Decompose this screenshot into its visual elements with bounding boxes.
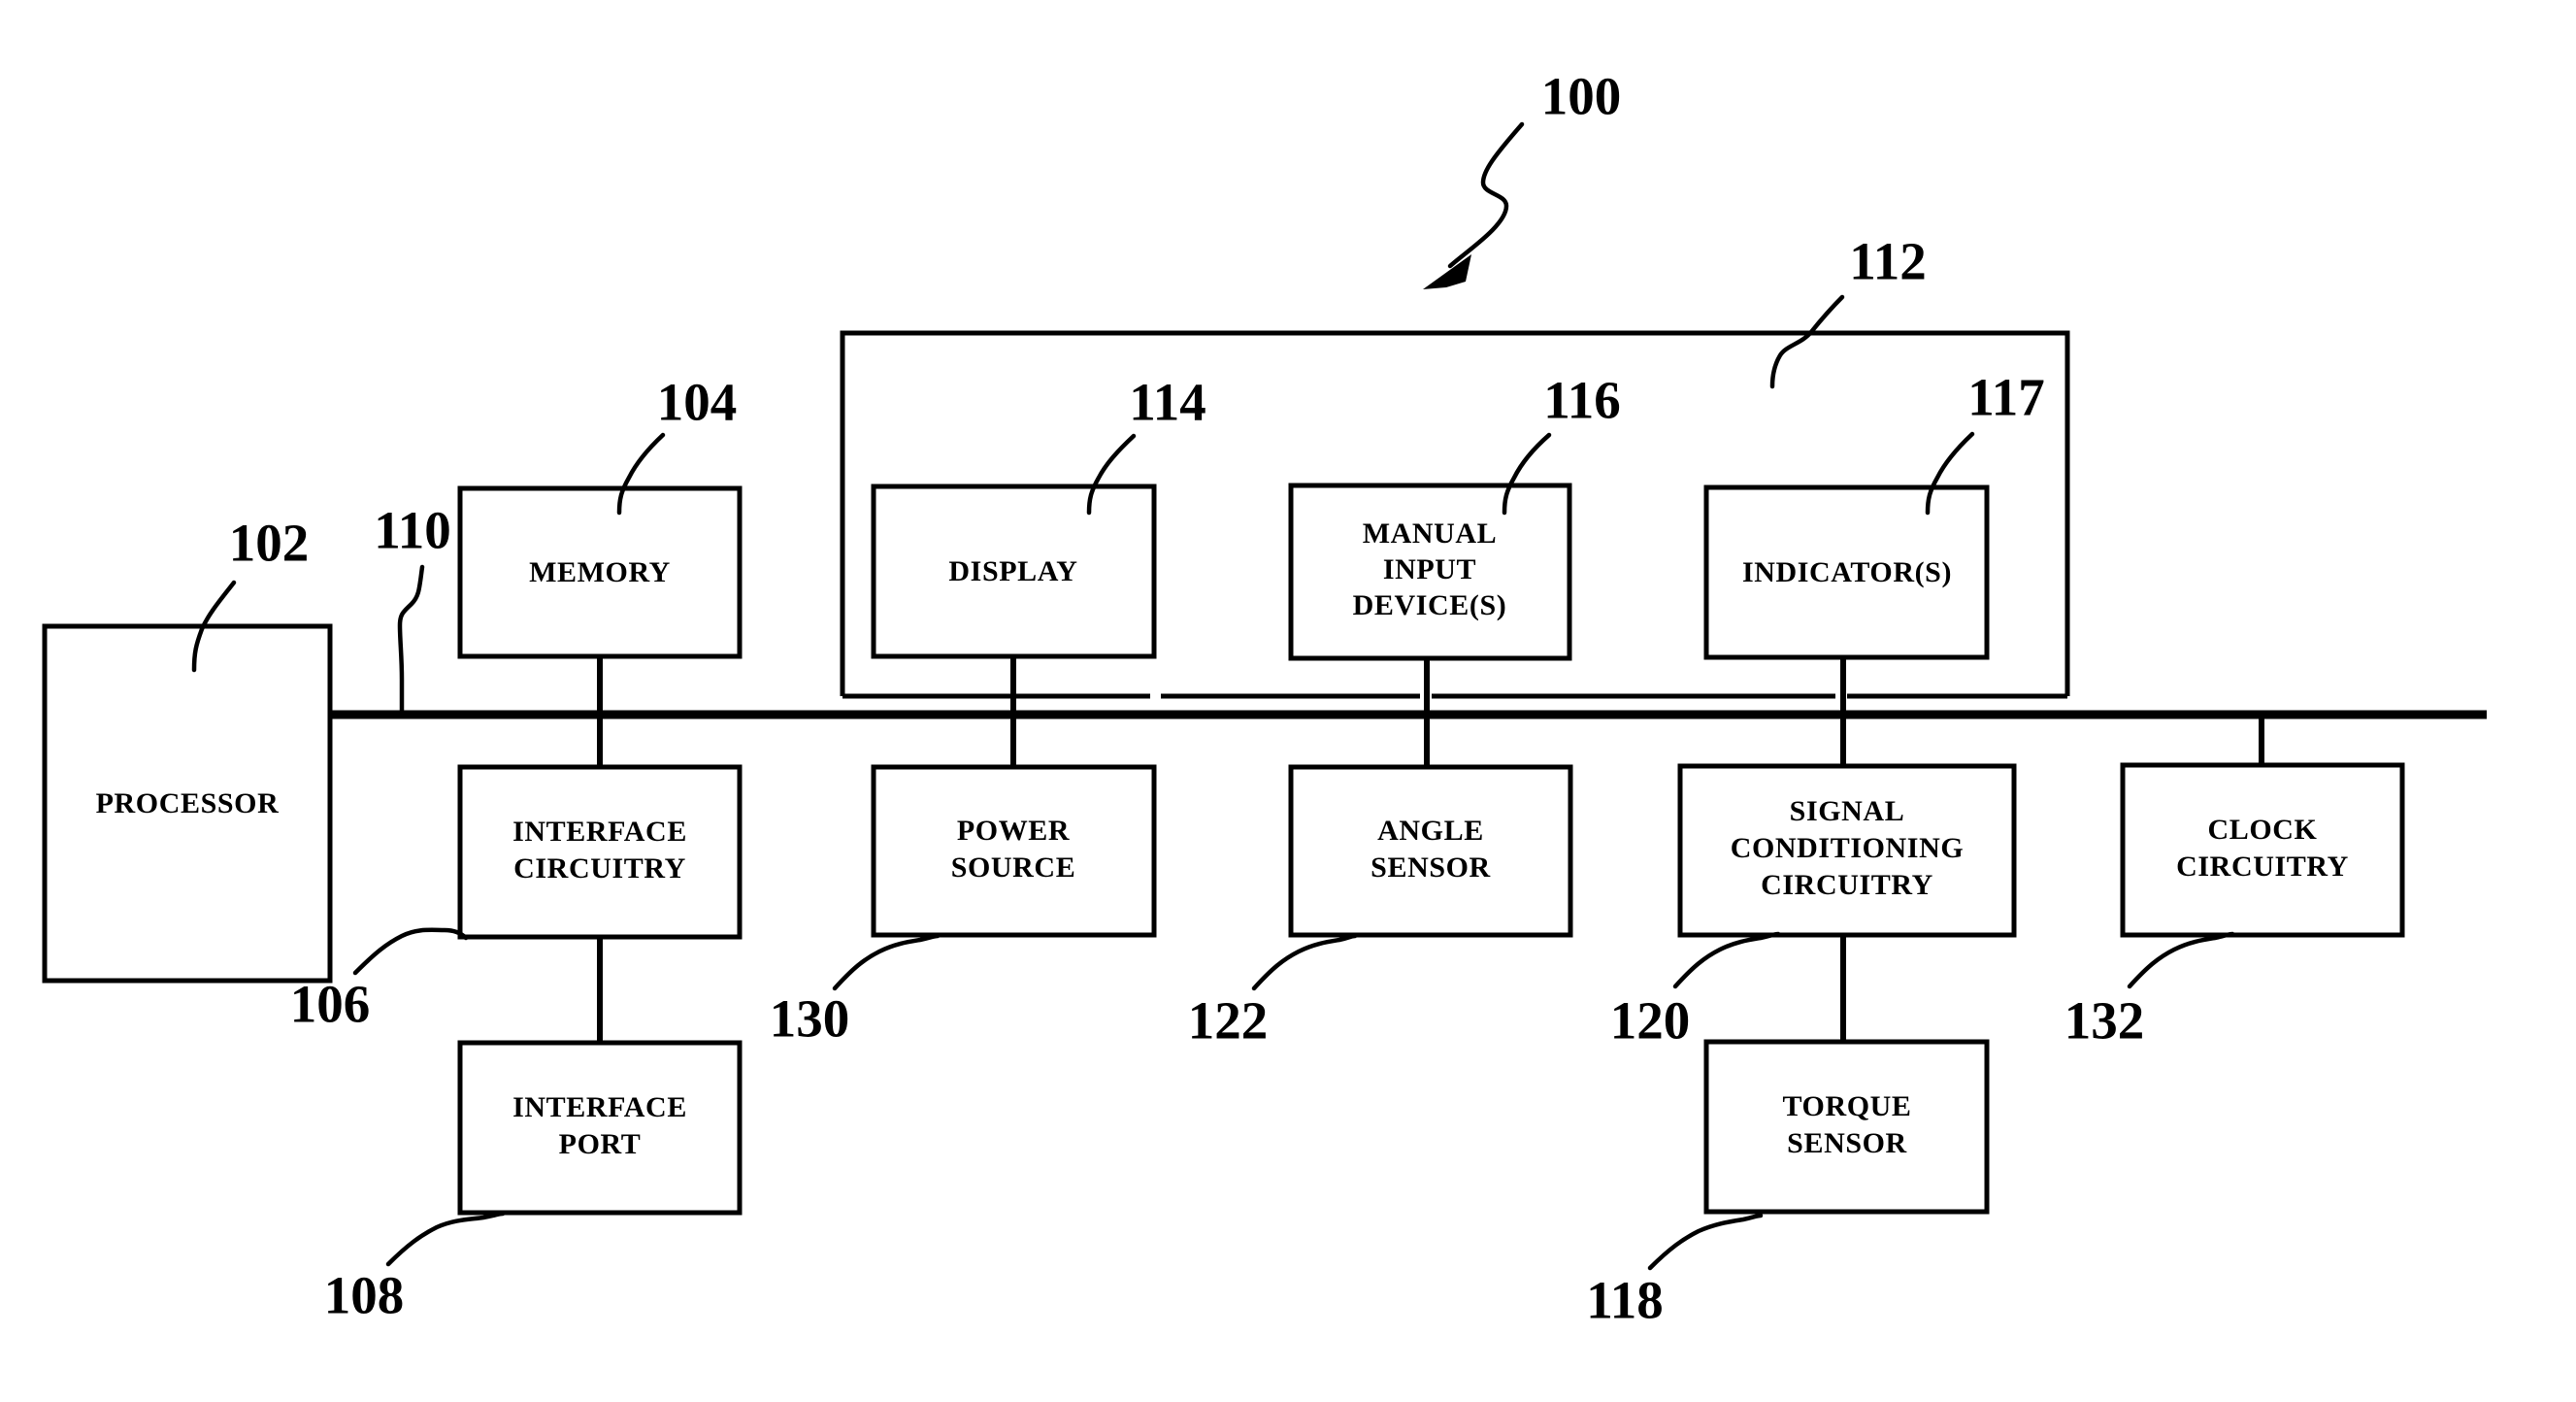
block-torque-sensor[interactable]: TORQUE SENSOR — [1703, 1039, 1990, 1215]
block-processor[interactable]: PROCESSOR — [42, 623, 333, 984]
block-manual-input-devices-label-line-0: MANUAL — [1363, 517, 1498, 550]
block-interface-port[interactable]: INTERFACE PORT — [457, 1040, 743, 1216]
ref-numeral-100: 100 — [1541, 67, 1622, 126]
ref-numeral-114: 114 — [1129, 373, 1205, 432]
ref-numeral-106: 106 — [290, 975, 371, 1034]
ref-numeral-130: 130 — [770, 989, 850, 1049]
ref-numeral-108: 108 — [324, 1266, 405, 1325]
ref-numeral-112: 112 — [1849, 232, 1926, 291]
ref-numeral-117: 117 — [1967, 368, 2044, 427]
block-angle-sensor-label-line-1: SENSOR — [1371, 851, 1491, 884]
ref-numeral-104: 104 — [657, 373, 738, 432]
block-interface-port-label-line-1: PORT — [559, 1128, 642, 1160]
block-power-source[interactable]: POWER SOURCE — [871, 764, 1157, 938]
block-torque-sensor-label-line-1: SENSOR — [1787, 1127, 1907, 1159]
block-interface-port-label-line-0: INTERFACE — [512, 1091, 687, 1123]
lead-line-100 — [1447, 121, 1525, 269]
block-display-label-line-0: DISPLAY — [948, 555, 1077, 587]
block-angle-sensor-label-line-0: ANGLE — [1377, 815, 1484, 847]
ref-numeral-102: 102 — [229, 514, 310, 573]
block-power-source-label-line-1: SOURCE — [951, 851, 1076, 884]
block-power-source-label-line-0: POWER — [957, 815, 1070, 847]
block-manual-input-devices[interactable]: MANUAL INPUT DEVICE(S) — [1288, 483, 1572, 661]
block-indicators[interactable]: INDICATOR(S) — [1703, 484, 1990, 660]
block-manual-input-devices-label-line-2: DEVICE(S) — [1353, 589, 1507, 621]
block-angle-sensor[interactable]: ANGLE SENSOR — [1288, 764, 1573, 938]
block-processor-label-line-0: PROCESSOR — [96, 787, 280, 819]
lead-line-110 — [397, 564, 425, 719]
block-signal-conditioning-circuitry[interactable]: SIGNAL CONDITIONING CIRCUITRY — [1677, 763, 2017, 938]
block-signal-conditioning-circuitry-label-line-1: CONDITIONING — [1731, 832, 1965, 864]
block-memory-label-line-0: MEMORY — [529, 556, 671, 588]
block-display[interactable]: DISPLAY — [871, 484, 1157, 659]
ref-numeral-132: 132 — [2064, 991, 2145, 1051]
block-interface-circuitry[interactable]: INTERFACE CIRCUITRY — [457, 764, 743, 940]
patent-figure-canvas: PROCESSOR MEMORY DISPLAY MANUAL INPUT DE… — [0, 0, 2576, 1402]
block-memory[interactable]: MEMORY — [457, 485, 743, 659]
lead-line-112 — [1769, 294, 1845, 389]
ref-numeral-110: 110 — [374, 501, 450, 560]
block-manual-input-devices-label-line-1: INPUT — [1383, 553, 1476, 585]
lead-line-108 — [385, 1211, 506, 1267]
block-diagram-svg: PROCESSOR MEMORY DISPLAY MANUAL INPUT DE… — [42, 67, 2487, 1330]
lead-line-106 — [352, 927, 469, 976]
ref-numeral-118: 118 — [1586, 1271, 1663, 1330]
lead-line-130 — [832, 933, 941, 991]
block-torque-sensor-label-line-0: TORQUE — [1782, 1090, 1911, 1122]
lead-arrowhead-100 — [1423, 254, 1471, 289]
block-clock-circuitry-label-line-1: CIRCUITRY — [2176, 851, 2349, 883]
block-clock-circuitry[interactable]: CLOCK CIRCUITRY — [2120, 762, 2405, 938]
block-interface-circuitry-label-line-0: INTERFACE — [512, 816, 687, 848]
lead-line-132 — [2127, 931, 2235, 989]
lead-line-118 — [1647, 1213, 1764, 1271]
lead-line-120 — [1672, 931, 1781, 989]
block-interface-circuitry-label-line-1: CIRCUITRY — [513, 852, 686, 885]
ref-numeral-116: 116 — [1543, 371, 1620, 430]
block-signal-conditioning-circuitry-label-line-0: SIGNAL — [1790, 795, 1905, 827]
block-indicators-label-line-0: INDICATOR(S) — [1742, 556, 1952, 588]
block-clock-circuitry-label-line-0: CLOCK — [2207, 814, 2317, 846]
lead-line-122 — [1251, 933, 1358, 991]
block-signal-conditioning-circuitry-label-line-2: CIRCUITRY — [1761, 869, 1933, 901]
ref-numeral-122: 122 — [1188, 991, 1269, 1051]
ref-numeral-120: 120 — [1610, 991, 1691, 1051]
